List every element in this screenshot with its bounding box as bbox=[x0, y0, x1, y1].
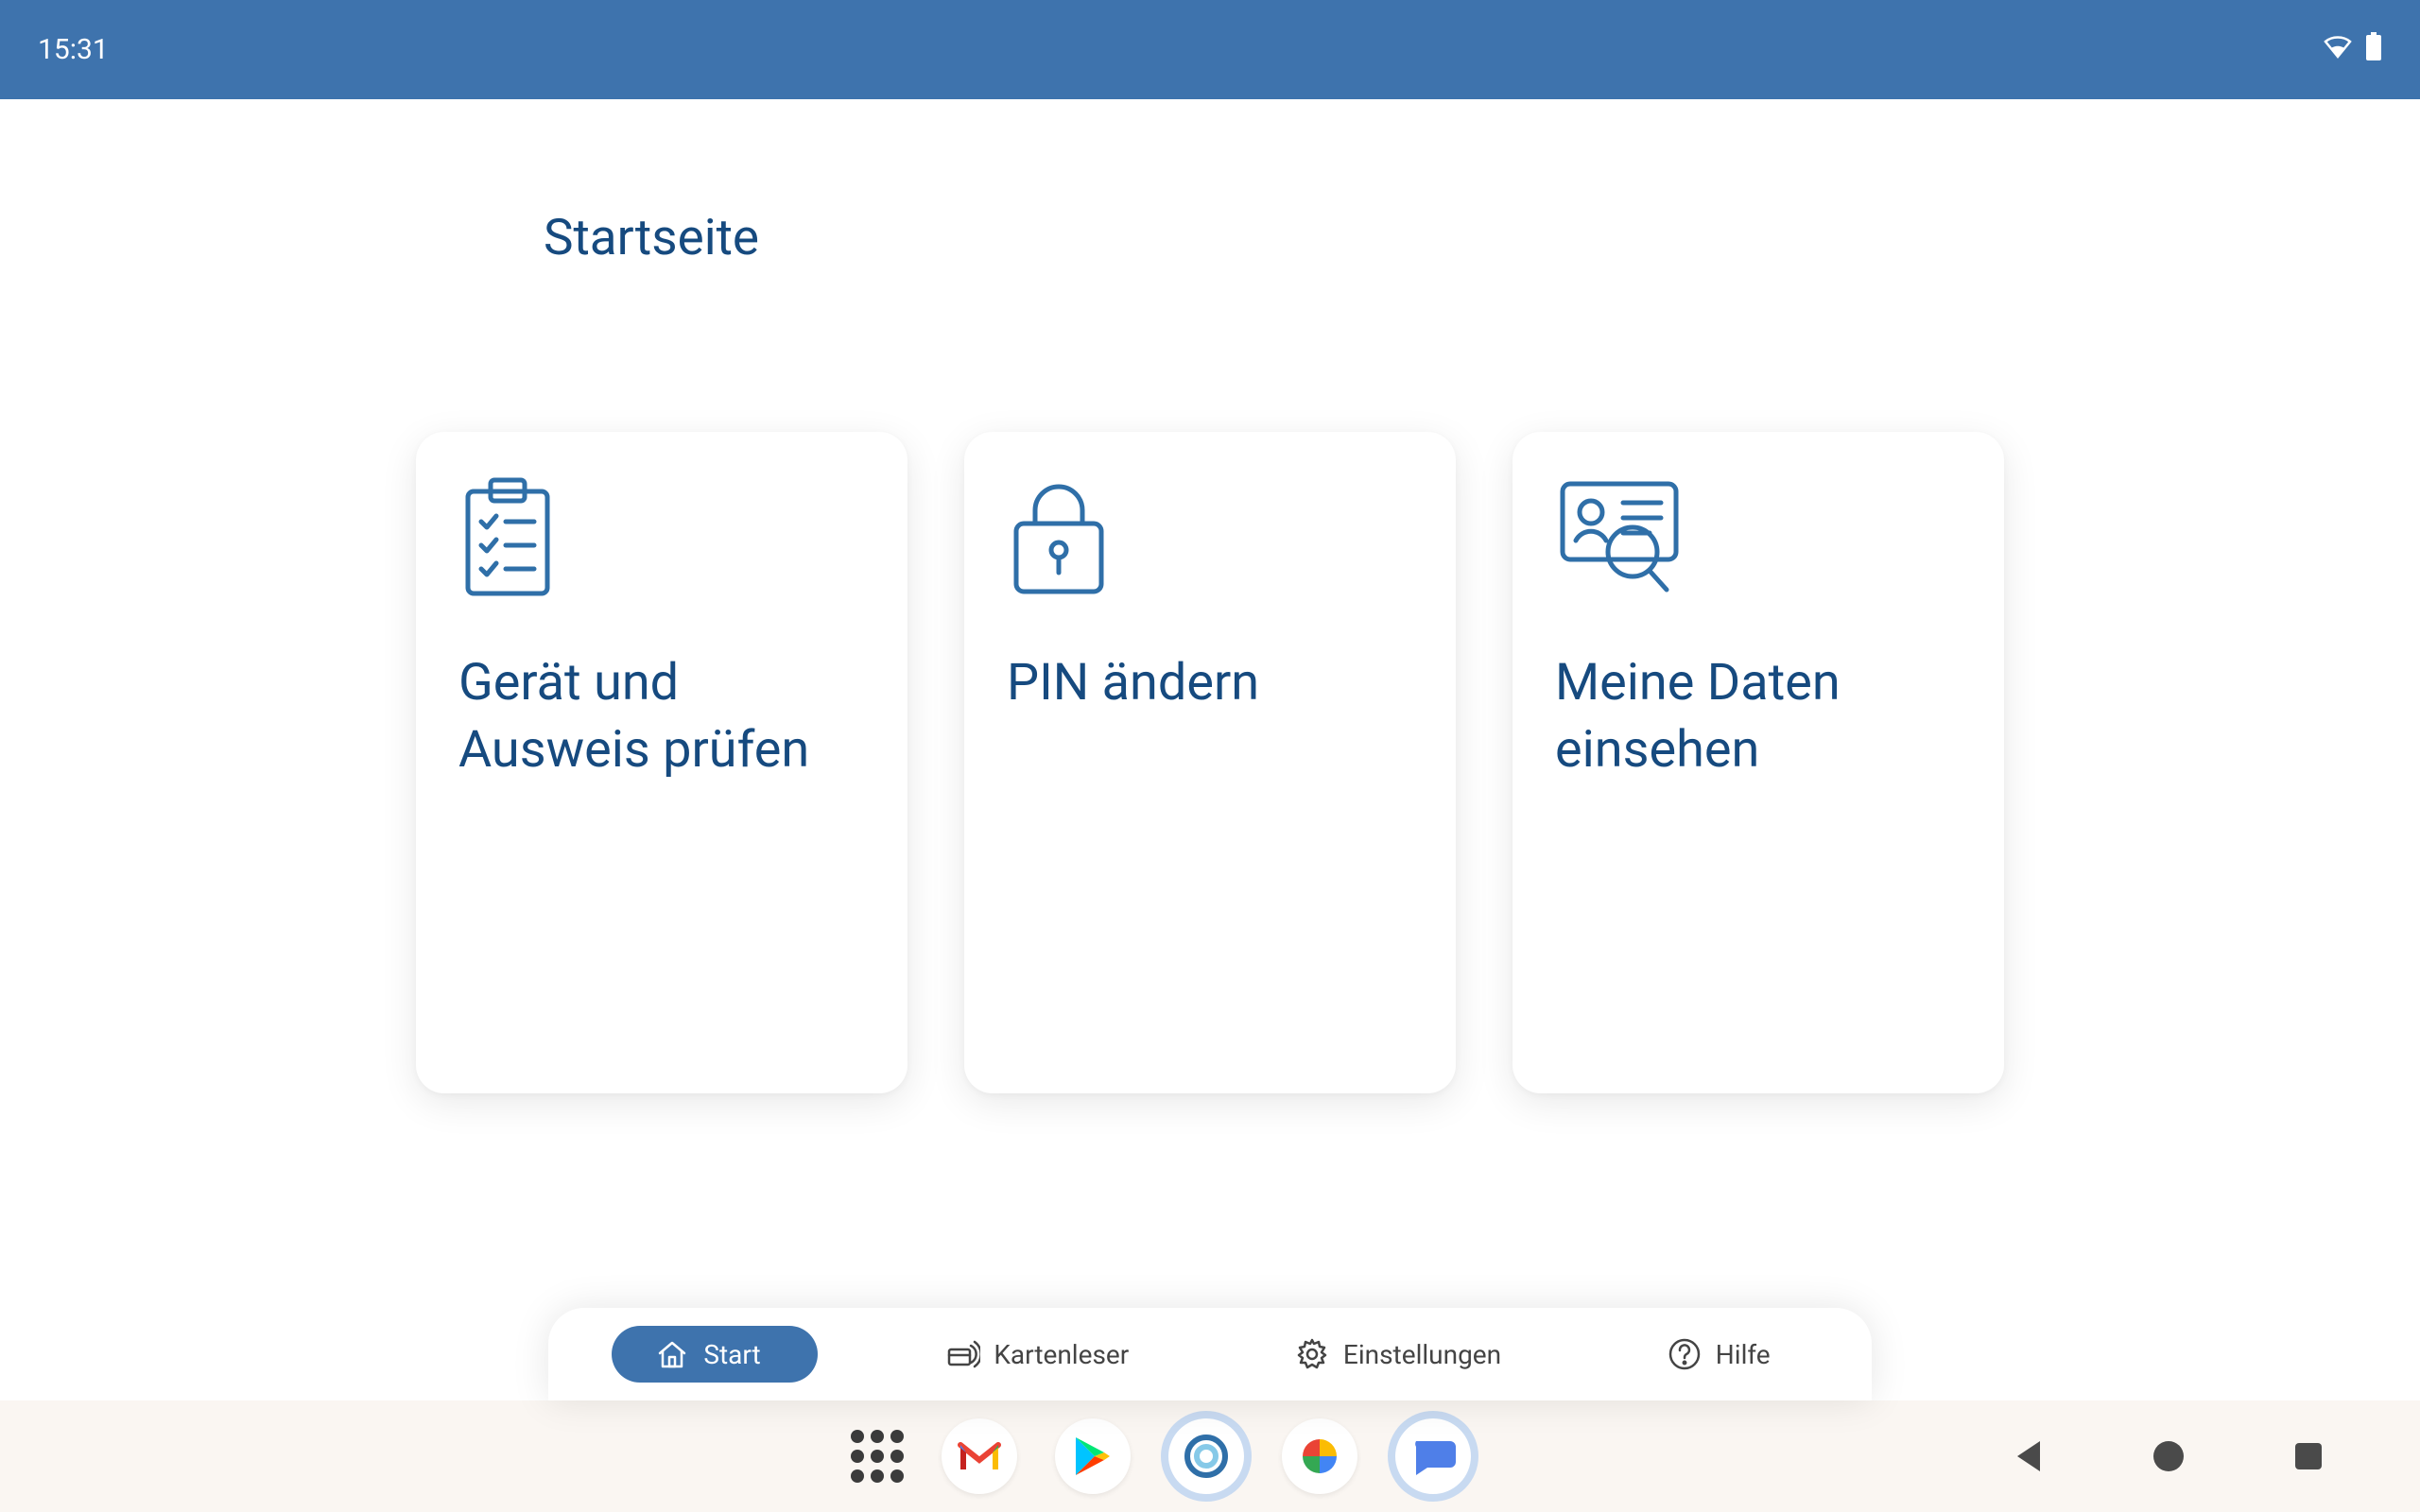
gear-icon bbox=[1294, 1336, 1330, 1372]
back-button[interactable] bbox=[2012, 1437, 2046, 1475]
status-bar: 15:31 bbox=[0, 0, 2420, 99]
nav-start[interactable]: Start bbox=[612, 1326, 817, 1383]
card-title: Gerät und Ausweis prüfen bbox=[458, 649, 865, 784]
nav-label: Einstellungen bbox=[1343, 1339, 1501, 1370]
card-change-pin[interactable]: PIN ändern bbox=[964, 432, 1456, 1093]
recent-apps-button[interactable] bbox=[2291, 1439, 2325, 1473]
id-search-icon bbox=[1555, 474, 1962, 597]
system-nav-bar bbox=[0, 1400, 2420, 1512]
dock bbox=[851, 1418, 1471, 1494]
content-area: Startseite Gerät und Ausweis prüfen bbox=[0, 99, 2420, 1400]
card-check-device[interactable]: Gerät und Ausweis prüfen bbox=[416, 432, 908, 1093]
messages-icon[interactable] bbox=[1395, 1418, 1471, 1494]
home-icon bbox=[654, 1336, 690, 1372]
play-store-icon[interactable] bbox=[1055, 1418, 1131, 1494]
system-buttons bbox=[2012, 1437, 2325, 1475]
card-view-my-data[interactable]: Meine Daten einsehen bbox=[1512, 432, 2004, 1093]
app-bottom-nav: Start Kartenleser Einstellungen Hilfe bbox=[548, 1308, 1872, 1400]
nav-card-reader[interactable]: Kartenleser bbox=[907, 1326, 1167, 1383]
nav-label: Kartenleser bbox=[994, 1339, 1129, 1370]
app-drawer-icon[interactable] bbox=[851, 1430, 904, 1483]
photos-icon[interactable] bbox=[1282, 1418, 1357, 1494]
nav-label: Start bbox=[703, 1339, 760, 1370]
help-icon bbox=[1667, 1336, 1703, 1372]
ausweisapp-icon[interactable] bbox=[1168, 1418, 1244, 1494]
wifi-icon bbox=[2324, 33, 2352, 66]
card-reader-icon bbox=[944, 1336, 980, 1372]
battery-icon bbox=[2365, 32, 2382, 68]
status-icons bbox=[2324, 32, 2382, 68]
lock-icon bbox=[1007, 474, 1413, 597]
nav-help[interactable]: Hilfe bbox=[1629, 1326, 1808, 1383]
page-title: Startseite bbox=[544, 208, 2420, 266]
status-time: 15:31 bbox=[38, 33, 109, 66]
gmail-icon[interactable] bbox=[942, 1418, 1017, 1494]
nav-label: Hilfe bbox=[1716, 1339, 1771, 1370]
nav-settings[interactable]: Einstellungen bbox=[1256, 1326, 1539, 1383]
checklist-icon bbox=[458, 474, 865, 597]
card-title: Meine Daten einsehen bbox=[1555, 649, 1962, 784]
card-title: PIN ändern bbox=[1007, 649, 1413, 716]
cards-row: Gerät und Ausweis prüfen PIN ändern bbox=[0, 432, 2420, 1093]
home-button[interactable] bbox=[2150, 1437, 2187, 1475]
